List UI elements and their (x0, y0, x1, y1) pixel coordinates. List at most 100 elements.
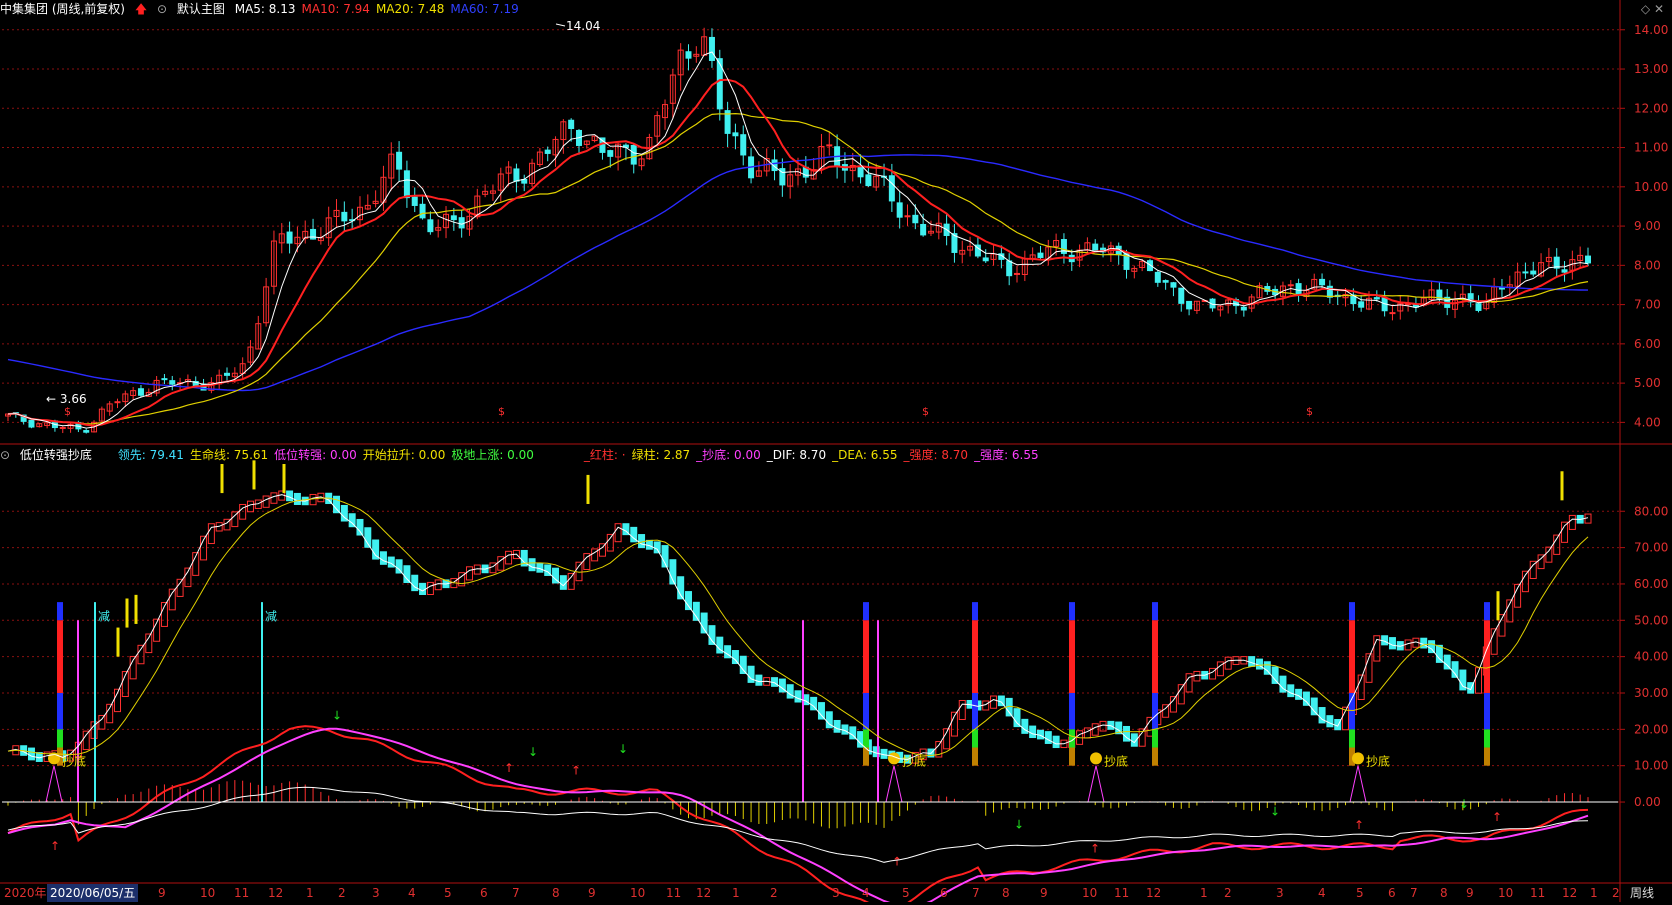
candle-body (912, 214, 919, 224)
candle-body (419, 203, 426, 219)
month-label: 10 (1082, 886, 1098, 900)
selected-date-badge: 2020/06/05/五 (47, 884, 139, 902)
month-label: 5 (902, 886, 910, 900)
sub-tick-label: 70.00 (1634, 541, 1668, 555)
lead-bar (528, 558, 536, 572)
candle-body (1178, 287, 1185, 304)
signal-segment-green (1152, 729, 1158, 748)
candle-body (568, 119, 575, 130)
signal-column (863, 602, 869, 766)
high-price-label: 14.04 (566, 19, 600, 33)
collapse-icon[interactable]: ⊙ (0, 448, 10, 462)
main-tick-label: 7.00 (1634, 298, 1661, 312)
signal-segment-blue (1069, 692, 1075, 730)
candle-body (1037, 252, 1044, 258)
signal-segment-red (1349, 620, 1355, 693)
ma-label-1: MA10: 7.94 (301, 2, 370, 16)
low-price-label: ← 3.66 (46, 392, 87, 406)
signal-column (57, 602, 63, 766)
year-label: 2020年 (4, 886, 47, 900)
stat-label-6: 绿柱: 2.87 (631, 448, 691, 462)
candle-body (161, 378, 168, 381)
stat-label-10: _强度: 8.70 (903, 448, 969, 462)
month-label: 6 (480, 886, 488, 900)
close-icon[interactable]: ✕ (1654, 2, 1664, 16)
arrow-up-icon: ↑ (504, 761, 514, 775)
lead-bar (246, 500, 254, 513)
collapse-icon[interactable]: ⊙ (157, 2, 167, 16)
lead-bar (1224, 656, 1232, 670)
chaodi-peak (885, 765, 903, 803)
signal-segment-blue (1484, 692, 1490, 730)
main-title[interactable]: 中集集团 (周线,前复权) (0, 2, 125, 16)
arrow-up-icon: ↑ (1354, 818, 1364, 832)
month-label: 10 (1498, 886, 1514, 900)
signal-segment-red (1484, 620, 1490, 693)
chart-stage[interactable]: 14.00 13.00 12.00 11.00 10.00 9.00 8.00 7.00 6.0… (0, 0, 1672, 905)
lead-bar (606, 533, 614, 552)
lead-bar (1052, 735, 1060, 749)
lead-bar (614, 523, 622, 543)
lead-bar (293, 492, 301, 505)
candle-body (920, 223, 927, 236)
arrow-up-icon: ↑ (50, 839, 60, 853)
month-label: 2 (770, 886, 778, 900)
stat-label-9: _DEA: 6.55 (832, 448, 898, 462)
chaodi-peak (1349, 765, 1367, 803)
stat-label-2: 低位转强: 0.00 (274, 448, 357, 462)
month-label: 10 (200, 886, 216, 900)
lead-bar (708, 625, 716, 645)
high-price-pointer (555, 23, 566, 27)
signal-segment-blue (57, 692, 63, 730)
lead-bar (739, 655, 747, 675)
month-label: 12 (1562, 886, 1578, 900)
month-label: 9 (1040, 886, 1048, 900)
sub-title[interactable]: 低位转强抄底 (20, 448, 92, 462)
month-label: 11 (1530, 886, 1546, 900)
arrow-down-icon: ↓ (332, 708, 342, 722)
month-label: 4 (862, 886, 870, 900)
smiley-icon (1090, 752, 1102, 765)
sub-tick-label: 80.00 (1634, 504, 1668, 518)
signal-column (1484, 602, 1490, 766)
candle-body (513, 168, 520, 182)
lead-bar (403, 565, 411, 584)
period-label[interactable]: 周线 (1630, 884, 1654, 902)
month-label: 4 (408, 886, 416, 900)
arrow-up-icon: ↑ (892, 854, 902, 868)
lead-bar (1545, 546, 1553, 563)
lead-bar (270, 492, 278, 504)
candle-body (1154, 271, 1161, 283)
month-label: 1 (1200, 886, 1208, 900)
signal-segment-green (1484, 729, 1490, 748)
candle-body (341, 211, 348, 222)
candle-body (607, 150, 614, 157)
candle-body (708, 36, 715, 61)
signal-segment-green (863, 729, 869, 748)
dollar-marker: $ (1306, 405, 1313, 418)
template-label[interactable]: 默认主图 (177, 2, 225, 16)
candle-body (59, 426, 66, 429)
arrow-down-icon: ↓ (1459, 797, 1469, 811)
lead-bar (1568, 514, 1576, 530)
ma-label-0: MA5: 8.13 (234, 2, 296, 16)
diamond-icon[interactable]: ◇ (1641, 2, 1650, 16)
month-label: 12 (268, 886, 284, 900)
signal-segment-orange (1152, 747, 1158, 766)
arrow-up-icon[interactable]: 🡅 (135, 2, 147, 16)
month-label: 1 (1590, 886, 1598, 900)
candle-body (411, 196, 418, 206)
signal-segment-red (1069, 620, 1075, 693)
candle-body (1240, 306, 1247, 311)
candle-body (1561, 269, 1568, 273)
lead-bar (98, 714, 106, 730)
candle-body (904, 215, 911, 218)
month-label: 9 (158, 886, 166, 900)
lead-bar (817, 702, 825, 720)
signal-column (972, 602, 978, 766)
lead-bar (567, 572, 575, 590)
lead-bar (1169, 696, 1177, 713)
signal-segment-orange (972, 747, 978, 766)
stat-label-5: _红柱: · (583, 448, 626, 462)
dollar-marker: $ (64, 405, 71, 418)
